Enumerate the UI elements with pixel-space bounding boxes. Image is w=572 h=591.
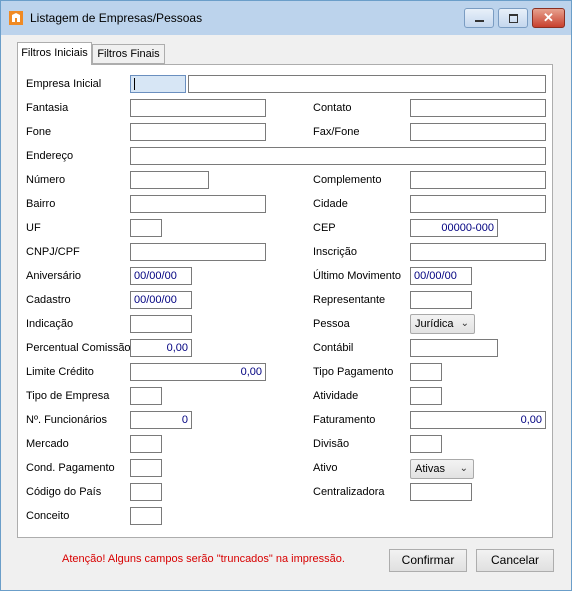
truncation-warning: Atenção! Alguns campos serão "truncados"… (62, 553, 345, 565)
ultimo-movimento-input[interactable]: 00/00/00 (410, 267, 472, 285)
title-bar[interactable]: Listagem de Empresas/Pessoas ✕ (1, 1, 571, 35)
label-tipo-pagamento: Tipo Pagamento (313, 366, 394, 378)
label-pessoa: Pessoa (313, 318, 350, 330)
limite-credito-input[interactable]: 0,00 (130, 363, 266, 381)
maximize-button[interactable] (498, 8, 528, 28)
numero-input[interactable] (130, 171, 209, 189)
label-n-funcionarios: Nº. Funcionários (26, 414, 108, 426)
confirm-button[interactable]: Confirmar (389, 549, 467, 572)
tab-filtros-finais[interactable]: Filtros Finais (92, 44, 165, 64)
label-faturamento: Faturamento (313, 414, 376, 426)
contabil-input[interactable] (410, 339, 498, 357)
close-icon: ✕ (543, 10, 554, 25)
endereco-input[interactable] (130, 147, 546, 165)
app-icon (9, 11, 23, 25)
label-complemento: Complemento (313, 174, 382, 186)
fax-fone-input[interactable] (410, 123, 546, 141)
label-limite-credito: Limite Crédito (26, 366, 94, 378)
label-bairro: Bairro (26, 198, 56, 210)
label-fax-fone: Fax/Fone (313, 126, 360, 138)
label-numero: Número (26, 174, 66, 186)
chevron-down-icon: ⌄ (459, 463, 468, 474)
chevron-down-icon: ⌄ (460, 318, 469, 329)
close-button[interactable]: ✕ (532, 8, 565, 28)
label-fantasia: Fantasia (26, 102, 69, 114)
centralizadora-input[interactable] (410, 483, 472, 501)
text-caret (134, 78, 135, 90)
pessoa-select-value: Jurídica (415, 318, 454, 330)
fantasia-input[interactable] (130, 99, 266, 117)
label-aniversario: Aniversário (26, 270, 82, 282)
label-representante: Representante (313, 294, 386, 306)
label-codigo-pais: Código do País (26, 486, 102, 498)
label-empresa-inicial: Empresa Inicial (26, 78, 102, 90)
label-fone: Fone (26, 126, 52, 138)
pessoa-select[interactable]: Jurídica ⌄ (410, 314, 475, 334)
cnpj-cpf-input[interactable] (130, 243, 266, 261)
bairro-input[interactable] (130, 195, 266, 213)
codigo-pais-input[interactable] (130, 483, 162, 501)
label-ativo: Ativo (313, 462, 338, 474)
label-cnpj-cpf: CNPJ/CPF (26, 246, 80, 258)
inscricao-input[interactable] (410, 243, 546, 261)
label-contato: Contato (313, 102, 352, 114)
cidade-input[interactable] (410, 195, 546, 213)
label-conceito: Conceito (26, 510, 70, 522)
label-centralizadora: Centralizadora (313, 486, 385, 498)
complemento-input[interactable] (410, 171, 546, 189)
cadastro-input[interactable]: 00/00/00 (130, 291, 192, 309)
tipo-empresa-input[interactable] (130, 387, 162, 405)
label-cep: CEP (313, 222, 336, 234)
ativo-select-value: Ativas (415, 463, 445, 475)
label-uf: UF (26, 222, 41, 234)
label-cidade: Cidade (313, 198, 348, 210)
label-atividade: Atividade (313, 390, 359, 402)
label-endereco: Endereço (26, 150, 74, 162)
label-indicacao: Indicação (26, 318, 74, 330)
label-inscricao: Inscrição (313, 246, 358, 258)
tipo-pagamento-input[interactable] (410, 363, 442, 381)
cep-input[interactable]: 00000-000 (410, 219, 498, 237)
fone-input[interactable] (130, 123, 266, 141)
label-ultimo-movimento: Último Movimento (313, 270, 402, 282)
empresa-inicial-code-input[interactable] (130, 75, 186, 93)
maximize-icon (509, 14, 518, 23)
representante-input[interactable] (410, 291, 472, 309)
contato-input[interactable] (410, 99, 546, 117)
label-cadastro: Cadastro (26, 294, 71, 306)
cancel-button[interactable]: Cancelar (476, 549, 554, 572)
window-title: Listagem de Empresas/Pessoas (30, 11, 203, 25)
divisao-input[interactable] (410, 435, 442, 453)
label-contabil: Contábil (313, 342, 354, 354)
percentual-comissao-input[interactable]: 0,00 (130, 339, 192, 357)
label-cond-pagamento: Cond. Pagamento (26, 462, 115, 474)
cond-pagamento-input[interactable] (130, 459, 162, 477)
faturamento-input[interactable]: 0,00 (410, 411, 546, 429)
minimize-icon (475, 20, 484, 22)
n-funcionarios-input[interactable]: 0 (130, 411, 192, 429)
label-mercado: Mercado (26, 438, 69, 450)
minimize-button[interactable] (464, 8, 494, 28)
uf-input[interactable] (130, 219, 162, 237)
ativo-select[interactable]: Ativas ⌄ (410, 459, 474, 479)
mercado-input[interactable] (130, 435, 162, 453)
label-percentual-comissao: Percentual Comissão (26, 342, 131, 354)
empresa-inicial-name-input[interactable] (188, 75, 546, 93)
label-tipo-empresa: Tipo de Empresa (26, 390, 110, 402)
atividade-input[interactable] (410, 387, 442, 405)
label-divisao: Divisão (313, 438, 350, 450)
aniversario-input[interactable]: 00/00/00 (130, 267, 192, 285)
conceito-input[interactable] (130, 507, 162, 525)
indicacao-input[interactable] (130, 315, 192, 333)
tab-filtros-iniciais[interactable]: Filtros Iniciais (17, 42, 92, 65)
